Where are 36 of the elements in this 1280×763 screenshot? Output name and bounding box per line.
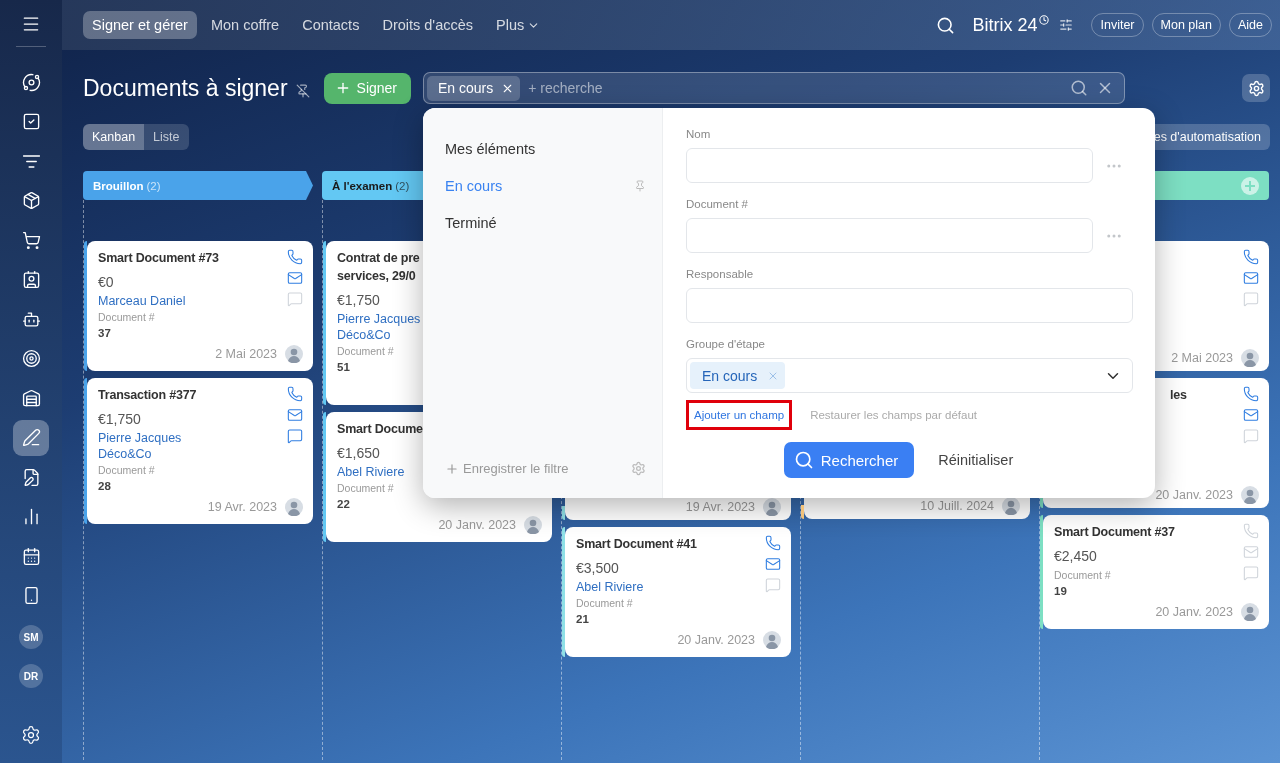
column-title: À l'examen (2)	[332, 179, 410, 192]
field-label: Document #	[98, 310, 155, 325]
field-value: 22	[337, 497, 350, 512]
card-date: 20 Janv. 2023	[438, 518, 516, 532]
field-label: Document #	[98, 463, 155, 478]
card-date: 2 Mai 2023	[1171, 351, 1233, 365]
card-date: 20 Janv. 2023	[1155, 605, 1233, 619]
card-date: 2 Mai 2023	[215, 347, 277, 361]
field-value: 28	[98, 479, 111, 494]
column-title: Brouillon (2)	[93, 179, 161, 192]
card-amount: €2,450	[1054, 547, 1097, 566]
card-date: 10 Juill. 2024	[920, 499, 994, 513]
card-amount: €0	[98, 273, 114, 292]
field-label: Document #	[686, 198, 749, 212]
card-amount: €1,750	[98, 410, 141, 429]
field-label: Groupe d'étape	[686, 338, 766, 352]
card-date: 19 Avr. 2023	[207, 500, 277, 514]
card-amount: €3,500	[576, 559, 619, 578]
card-date: 20 Janv. 2023	[1155, 488, 1233, 502]
field-label: Document #	[337, 344, 394, 359]
card-amount: €1,650	[337, 444, 380, 463]
page-title: Documents à signer	[83, 74, 288, 102]
card-amount: €1,750	[337, 291, 380, 310]
field-value: 37	[98, 326, 111, 341]
card-date: 19 Avr. 2023	[685, 500, 755, 514]
card-date: 20 Janv. 2023	[677, 633, 755, 647]
field-label: Document #	[337, 481, 394, 496]
brand-logo: Bitrix 24	[972, 14, 1038, 36]
field-value: 19	[1054, 584, 1067, 599]
field-label: Nom	[686, 128, 712, 142]
field-label: Document #	[576, 596, 633, 611]
field-label: Document #	[1054, 568, 1111, 583]
search-placeholder: + recherche	[528, 80, 604, 96]
field-value: 21	[576, 612, 589, 627]
field-label: Responsable	[686, 268, 755, 282]
field-value: 51	[337, 360, 350, 375]
